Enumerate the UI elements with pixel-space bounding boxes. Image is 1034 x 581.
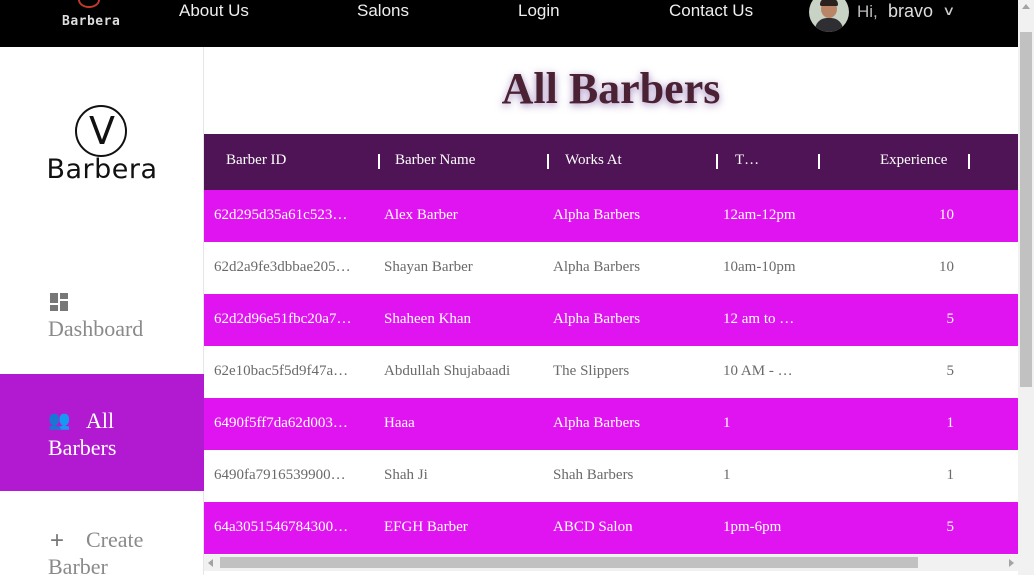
cell-works-at: The Slippers bbox=[553, 363, 630, 379]
cell-barber-id: 62d295d35a61c523… bbox=[214, 207, 348, 223]
scroll-right-icon[interactable] bbox=[1009, 559, 1014, 567]
cell-barber-id: 64a3051546784300… bbox=[214, 519, 349, 535]
cell-experience: 5 bbox=[946, 363, 955, 379]
cell-works-at: Alpha Barbers bbox=[553, 311, 641, 327]
nav-link-about-us[interactable]: About Us bbox=[179, 1, 249, 21]
sidebar: V Barbera Dashboard 👥 All Barbers + Crea… bbox=[0, 47, 204, 579]
logo-mark: V bbox=[89, 109, 115, 153]
cell-barber-name: Haaa bbox=[384, 415, 415, 431]
cell-works-at: Alpha Barbers bbox=[553, 415, 641, 431]
barbers-table: Barber ID Barber Name Works At T… Experi… bbox=[204, 134, 1018, 554]
scroll-up-icon[interactable] bbox=[1022, 4, 1030, 9]
table-row[interactable]: 6490f5ff7da62d003… Haaa Alpha Barbers 1 … bbox=[204, 398, 1018, 450]
sidebar-item-all-barbers[interactable]: 👥 All Barbers bbox=[0, 374, 204, 491]
sidebar-item-dashboard[interactable]: Dashboard bbox=[0, 285, 204, 345]
cell-timing: 12am-12pm bbox=[723, 207, 796, 223]
table-header: Barber ID Barber Name Works At T… Experi… bbox=[204, 134, 1018, 190]
column-divider[interactable] bbox=[547, 154, 549, 169]
cell-barber-id: 62e10bac5f5d9f47a… bbox=[214, 363, 349, 379]
cell-barber-name: Shah Ji bbox=[384, 467, 428, 483]
table-row[interactable]: 62d2a9fe3dbbae205… Shayan Barber Alpha B… bbox=[204, 242, 1018, 294]
column-header-barber-id[interactable]: Barber ID bbox=[226, 152, 286, 169]
column-header-experience[interactable]: Experience bbox=[880, 152, 947, 169]
cell-timing: 10 AM - … bbox=[723, 363, 793, 379]
column-divider[interactable] bbox=[968, 154, 970, 169]
cell-barber-name: Abdullah Shujabaadi bbox=[384, 363, 511, 379]
cell-barber-name: Shayan Barber bbox=[384, 259, 473, 275]
cell-timing: 12 am to … bbox=[723, 311, 795, 327]
table-row[interactable]: 62d2d96e51fbc20a7… Shaheen Khan Alpha Ba… bbox=[204, 294, 1018, 346]
nav-link-salons[interactable]: Salons bbox=[357, 1, 409, 21]
vertical-scrollbar[interactable] bbox=[1018, 0, 1034, 575]
column-divider[interactable] bbox=[378, 154, 380, 169]
column-divider[interactable] bbox=[818, 154, 820, 169]
cell-timing: 1 bbox=[723, 415, 731, 431]
column-header-barber-name[interactable]: Barber Name bbox=[395, 152, 475, 169]
username[interactable]: bravo bbox=[888, 1, 933, 22]
cell-experience: 1 bbox=[946, 415, 955, 431]
cell-timing: 1 bbox=[723, 467, 731, 483]
chevron-down-icon[interactable]: ∨ bbox=[942, 3, 955, 19]
top-logo-text: Barbera bbox=[62, 14, 121, 29]
cell-barber-id: 62d2d96e51fbc20a7… bbox=[214, 311, 352, 327]
top-navbar: Barbera About Us Salons Login Contact Us… bbox=[0, 0, 1018, 47]
scroll-left-icon[interactable] bbox=[208, 559, 213, 567]
cell-experience: 5 bbox=[946, 519, 955, 535]
sidebar-item-label: All Barbers bbox=[48, 408, 117, 460]
cell-timing: 1pm-6pm bbox=[723, 519, 782, 535]
sidebar-item-label: Dashboard bbox=[48, 316, 144, 341]
logo-emblem-icon bbox=[78, 0, 100, 8]
cell-works-at: Shah Barbers bbox=[553, 467, 634, 483]
sidebar-item-create-barber[interactable]: + Create Barber bbox=[0, 521, 204, 581]
column-header-timing[interactable]: T… bbox=[735, 152, 759, 169]
cell-experience: 1 bbox=[946, 467, 955, 483]
cell-works-at: Alpha Barbers bbox=[553, 207, 641, 223]
top-logo[interactable]: Barbera bbox=[58, 0, 121, 40]
sidebar-logo[interactable]: V Barbera bbox=[38, 102, 166, 192]
nav-link-contact-us[interactable]: Contact Us bbox=[669, 1, 753, 21]
table-row[interactable]: 64a3051546784300… EFGH Barber ABCD Salon… bbox=[204, 502, 1018, 554]
avatar[interactable] bbox=[809, 0, 849, 32]
horizontal-scroll-thumb[interactable] bbox=[220, 557, 918, 568]
cell-barber-id: 6490f5ff7da62d003… bbox=[214, 415, 348, 431]
cell-experience: 10 bbox=[939, 259, 954, 275]
dashboard-icon bbox=[50, 293, 70, 311]
cell-barber-id: 6490fa7916539900… bbox=[214, 467, 346, 483]
horizontal-scrollbar[interactable] bbox=[204, 555, 1018, 571]
cell-experience: 10 bbox=[939, 207, 954, 223]
sidebar-logo-text: Barbera bbox=[46, 154, 158, 185]
table-row[interactable]: 6490fa7916539900… Shah Ji Shah Barbers 1… bbox=[204, 450, 1018, 502]
cell-barber-name: Shaheen Khan bbox=[384, 311, 472, 327]
page-title: All Barbers bbox=[501, 64, 721, 113]
column-header-works-at[interactable]: Works At bbox=[565, 152, 622, 169]
sidebar-item-label: Create Barber bbox=[48, 527, 144, 579]
cell-barber-name: Alex Barber bbox=[384, 207, 458, 223]
cell-barber-name: EFGH Barber bbox=[384, 519, 468, 535]
cell-works-at: Alpha Barbers bbox=[553, 259, 641, 275]
vertical-scroll-thumb[interactable] bbox=[1020, 32, 1032, 387]
cell-timing: 10am-10pm bbox=[723, 259, 796, 275]
cell-works-at: ABCD Salon bbox=[553, 519, 633, 535]
cell-experience: 5 bbox=[946, 311, 955, 327]
greeting-text: Hi, bbox=[857, 2, 878, 21]
column-divider[interactable] bbox=[716, 154, 718, 169]
table-row[interactable]: 62e10bac5f5d9f47a… Abdullah Shujabaadi T… bbox=[204, 346, 1018, 398]
cell-barber-id: 62d2a9fe3dbbae205… bbox=[214, 259, 351, 275]
nav-link-login[interactable]: Login bbox=[518, 1, 560, 21]
table-row[interactable]: 62d295d35a61c523… Alex Barber Alpha Barb… bbox=[204, 190, 1018, 242]
